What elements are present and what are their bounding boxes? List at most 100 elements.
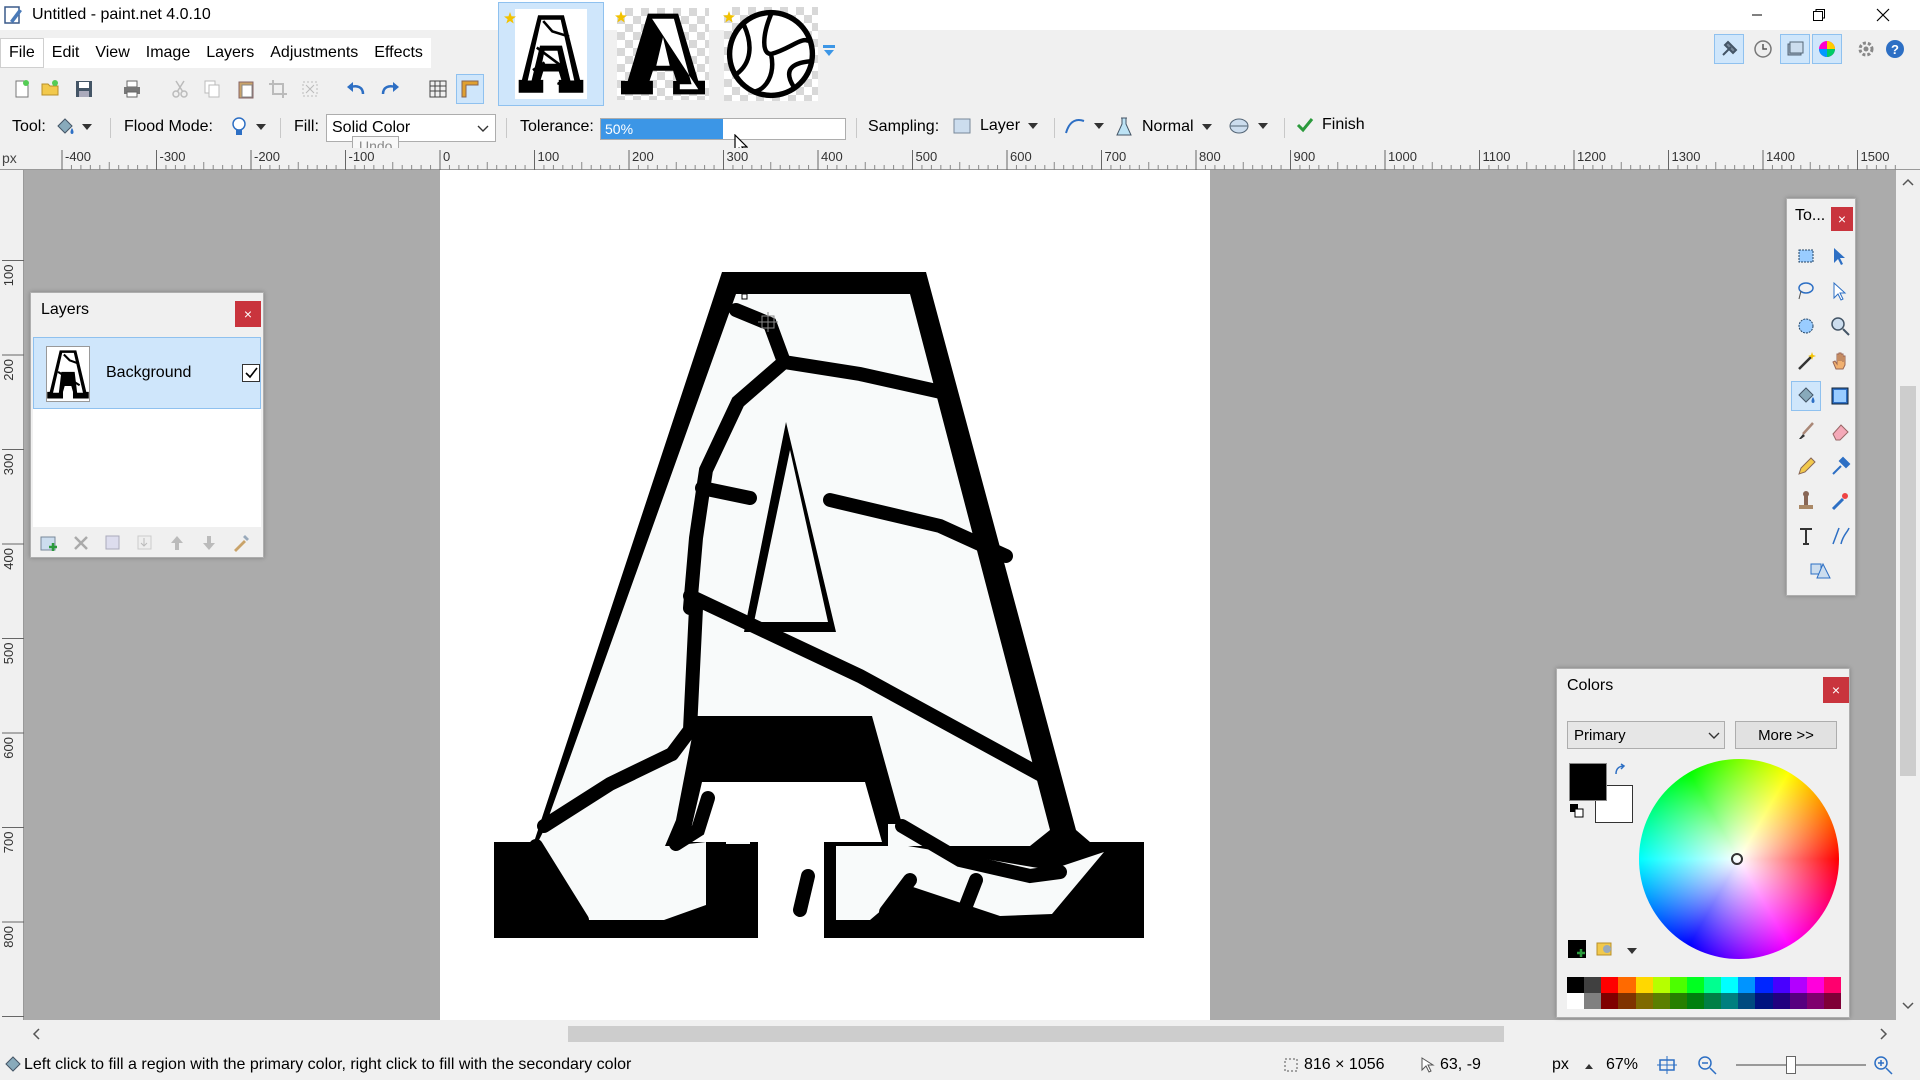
colors-panel-close-button[interactable]: ×	[1823, 677, 1849, 703]
palette-swatch[interactable]	[1823, 977, 1841, 993]
sampling-selector[interactable]: Layer	[952, 116, 1039, 136]
palette-swatch[interactable]	[1755, 993, 1773, 1009]
palette-swatch[interactable]	[1669, 993, 1687, 1009]
paintnet-app-icon[interactable]	[4, 5, 24, 25]
paste-button[interactable]	[232, 74, 260, 104]
palette-swatch[interactable]	[1567, 977, 1585, 993]
zoom-slider[interactable]	[1736, 1064, 1866, 1066]
palette-swatch[interactable]	[1772, 977, 1790, 993]
minimize-button[interactable]	[1734, 0, 1780, 30]
vertical-scroll-thumb[interactable]	[1900, 386, 1916, 776]
scroll-left-icon[interactable]	[32, 1028, 40, 1040]
scroll-up-icon[interactable]	[1902, 178, 1914, 186]
tool-shapes[interactable]	[1791, 556, 1851, 586]
horizontal-scroll-thumb[interactable]	[568, 1026, 1504, 1042]
tool-paintbrush[interactable]	[1791, 416, 1821, 446]
tool-move-selected[interactable]	[1825, 276, 1855, 306]
move-layer-up-icon[interactable]	[167, 533, 187, 553]
tool-move-selection[interactable]	[1825, 241, 1855, 271]
palette-swatch[interactable]	[1652, 993, 1670, 1009]
reset-colors-icon[interactable]	[1569, 803, 1585, 819]
tool-clone-stamp[interactable]	[1791, 486, 1821, 516]
palette-swatch[interactable]	[1669, 977, 1687, 993]
layers-panel-close-button[interactable]: ×	[235, 301, 261, 327]
menu-file[interactable]: File	[0, 38, 44, 68]
settings-button[interactable]	[1852, 34, 1880, 64]
layer-row-background[interactable]: Background	[33, 337, 261, 409]
color-wheel-selector[interactable]	[1731, 853, 1743, 865]
tool-gradient[interactable]	[1825, 381, 1855, 411]
menu-effects[interactable]: Effects	[366, 39, 431, 67]
zoom-slider-thumb[interactable]	[1786, 1056, 1796, 1074]
primary-color-swatch[interactable]	[1569, 763, 1607, 801]
palette-swatch[interactable]	[1806, 993, 1824, 1009]
palette-swatch[interactable]	[1704, 977, 1722, 993]
palette-swatch[interactable]	[1738, 993, 1756, 1009]
zoom-in-icon[interactable]	[1872, 1054, 1894, 1076]
tool-eraser[interactable]	[1825, 416, 1855, 446]
palette-swatch[interactable]	[1806, 977, 1824, 993]
help-button[interactable]: ?	[1882, 34, 1908, 64]
tool-magic-wand[interactable]	[1791, 346, 1821, 376]
menu-adjustments[interactable]: Adjustments	[262, 39, 366, 67]
colors-window-toggle[interactable]	[1812, 34, 1842, 64]
add-layer-icon[interactable]	[39, 533, 59, 553]
tool-pencil[interactable]	[1791, 451, 1821, 481]
menu-view[interactable]: View	[87, 39, 137, 67]
palette-swatch[interactable]	[1618, 977, 1636, 993]
open-button[interactable]	[36, 74, 64, 104]
palette-swatch[interactable]	[1618, 993, 1636, 1009]
palette-swatch[interactable]	[1567, 993, 1585, 1009]
palette-swatch[interactable]	[1635, 993, 1653, 1009]
palette-icon[interactable]	[1595, 939, 1617, 959]
cut-button[interactable]	[166, 74, 194, 104]
tool-rectangle-select[interactable]	[1791, 241, 1821, 271]
tools-panel-close-button[interactable]: ×	[1831, 207, 1853, 231]
tool-pan[interactable]	[1825, 346, 1855, 376]
vertical-scrollbar[interactable]	[1896, 170, 1920, 1020]
blend-mode-selector[interactable]: Normal	[1114, 116, 1212, 138]
rulers-toggle[interactable]	[456, 74, 484, 104]
menu-layers[interactable]: Layers	[198, 39, 262, 67]
add-to-palette-icon[interactable]	[1567, 939, 1587, 959]
menu-edit[interactable]: Edit	[44, 39, 88, 67]
deselect-button[interactable]	[296, 74, 324, 104]
close-window-button[interactable]	[1860, 0, 1906, 30]
palette-swatch[interactable]	[1686, 977, 1704, 993]
chevron-up-icon[interactable]	[1584, 1062, 1594, 1070]
palette-swatch[interactable]	[1584, 993, 1602, 1009]
zoom-level[interactable]: 67%	[1606, 1056, 1638, 1074]
zoom-out-icon[interactable]	[1696, 1054, 1718, 1076]
more-colors-button[interactable]: More >>	[1735, 721, 1837, 749]
tool-text[interactable]	[1791, 521, 1821, 551]
palette-swatch[interactable]	[1721, 993, 1739, 1009]
duplicate-layer-icon[interactable]	[103, 533, 123, 553]
antialiasing-selector[interactable]	[1064, 116, 1104, 136]
layers-window-toggle[interactable]	[1780, 34, 1810, 64]
copy-button[interactable]	[198, 74, 226, 104]
image-canvas[interactable]	[440, 170, 1210, 1020]
scroll-right-icon[interactable]	[1880, 1028, 1888, 1040]
palette-swatch[interactable]	[1721, 977, 1739, 993]
chevron-down-icon[interactable]	[1627, 947, 1637, 955]
new-button[interactable]	[8, 74, 36, 104]
tool-recolor[interactable]	[1825, 486, 1855, 516]
layer-visibility-checkbox[interactable]	[242, 364, 260, 382]
undo-button[interactable]	[342, 74, 370, 104]
move-layer-down-icon[interactable]	[199, 533, 219, 553]
selection-mode-selector[interactable]	[1228, 116, 1268, 136]
save-button[interactable]	[70, 74, 98, 104]
palette-swatch[interactable]	[1584, 977, 1602, 993]
palette-swatch[interactable]	[1601, 993, 1619, 1009]
palette-swatch[interactable]	[1789, 993, 1807, 1009]
palette-swatch[interactable]	[1652, 977, 1670, 993]
tolerance-slider[interactable]: 50%	[600, 118, 846, 140]
tool-selector[interactable]	[54, 116, 92, 138]
palette-swatch[interactable]	[1686, 993, 1704, 1009]
tool-lasso-select[interactable]	[1791, 276, 1821, 306]
palette-swatch[interactable]	[1789, 977, 1807, 993]
palette-swatch[interactable]	[1601, 977, 1619, 993]
tool-line-curve[interactable]	[1825, 521, 1855, 551]
palette-swatch[interactable]	[1755, 977, 1773, 993]
swap-colors-icon[interactable]	[1613, 763, 1627, 777]
